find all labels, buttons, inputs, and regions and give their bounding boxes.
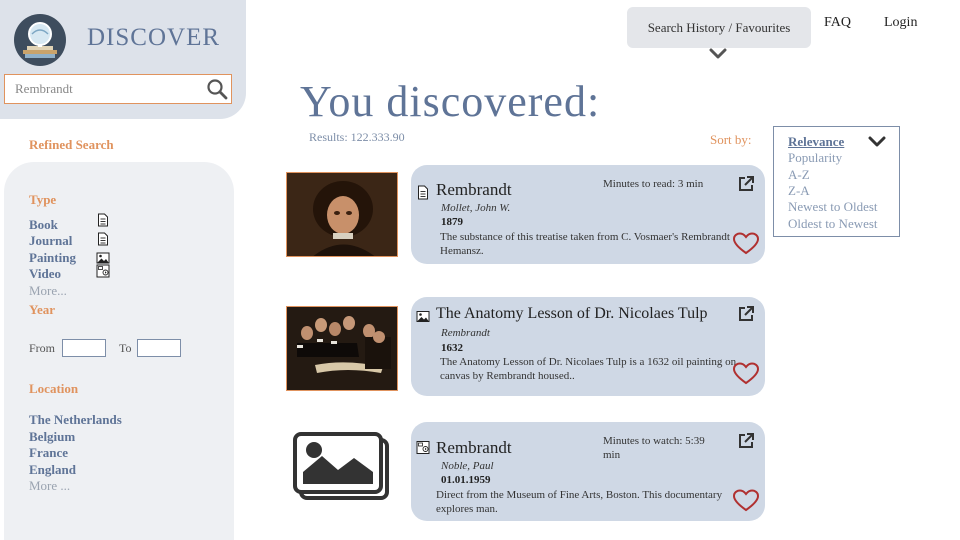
search-icon[interactable] (206, 78, 228, 100)
external-link-icon[interactable] (737, 305, 755, 323)
result-description: The Anatomy Lesson of Dr. Nicolaes Tulp … (440, 356, 737, 382)
result-description: The substance of this treatise taken fro… (440, 231, 730, 257)
result-author: Noble, Paul (441, 460, 494, 472)
year-to-label: To (119, 341, 132, 355)
result-card[interactable]: Rembrandt Mollet, John W. 1879 The subst… (411, 165, 765, 264)
result-thumbnail-anatomy-lesson[interactable] (286, 306, 398, 391)
result-thumbnail-portrait[interactable] (286, 172, 398, 257)
sort-dropdown: Relevance Popularity A-Z Z-A Newest to O… (773, 126, 900, 237)
year-from-input[interactable] (62, 339, 106, 357)
results-count: Results: 122.333.90 (309, 130, 405, 144)
document-icon (98, 232, 108, 246)
brand-title: DISCOVER (87, 24, 221, 51)
type-more-link[interactable]: More... (29, 283, 67, 299)
image-icon (96, 252, 110, 264)
document-icon (98, 213, 108, 227)
chevron-down-icon[interactable] (868, 136, 886, 148)
type-filter-video[interactable]: Video (29, 266, 61, 282)
result-title[interactable]: Rembrandt (436, 438, 512, 458)
sort-option-a-z[interactable]: A-Z (788, 167, 810, 183)
video-icon (96, 264, 110, 278)
heart-icon[interactable] (733, 232, 759, 256)
result-date: 01.01.1959 (441, 474, 491, 486)
year-to-input[interactable] (137, 339, 181, 357)
heart-icon[interactable] (733, 489, 759, 513)
result-card[interactable]: The Anatomy Lesson of Dr. Nicolaes Tulp … (411, 297, 765, 396)
type-filter-journal[interactable]: Journal (29, 233, 72, 249)
sort-option-z-a[interactable]: Z-A (788, 183, 810, 199)
faq-link[interactable]: FAQ (824, 15, 851, 31)
type-filter-book[interactable]: Book (29, 217, 58, 233)
type-heading: Type (29, 192, 57, 207)
search-box (4, 74, 232, 104)
location-heading: Location (29, 381, 79, 396)
chevron-down-icon[interactable] (709, 48, 727, 60)
image-placeholder-icon[interactable] (292, 430, 390, 502)
type-filter-painting[interactable]: Painting (29, 250, 76, 266)
result-author: Rembrandt (441, 327, 490, 339)
result-date: 1879 (441, 216, 463, 228)
login-link[interactable]: Login (884, 15, 917, 31)
search-input[interactable] (5, 75, 201, 102)
result-reading-time: Minutes to read: 3 min (603, 178, 704, 190)
sort-option-newest[interactable]: Newest to Oldest (788, 199, 878, 215)
sort-option-relevance[interactable]: Relevance (788, 134, 844, 150)
location-filter-belgium[interactable]: Belgium (29, 429, 75, 445)
heart-icon[interactable] (733, 362, 759, 386)
result-watching-time: Minutes to watch: 5:39 min (603, 435, 705, 461)
result-description: Direct from the Museum of Fine Arts, Bos… (436, 489, 723, 515)
external-link-icon[interactable] (737, 175, 755, 193)
logo (14, 14, 66, 66)
search-history-favourites-button[interactable]: Search History / Favourites (627, 7, 811, 48)
location-more-link[interactable]: More ... (29, 478, 70, 494)
location-filter-england[interactable]: England (29, 462, 76, 478)
result-author: Mollet, John W. (441, 202, 511, 214)
page-title: You discovered: (300, 77, 601, 126)
document-icon (418, 185, 428, 200)
image-icon (416, 311, 430, 322)
location-filter-france[interactable]: France (29, 445, 68, 461)
sort-option-oldest[interactable]: Oldest to Newest (788, 216, 878, 232)
location-filter-netherlands[interactable]: The Netherlands (29, 412, 122, 428)
refined-search-label: Refined Search (29, 137, 114, 152)
result-date: 1632 (441, 342, 463, 354)
sort-option-popularity[interactable]: Popularity (788, 150, 842, 166)
sort-label: Sort by: (710, 132, 752, 147)
result-title[interactable]: The Anatomy Lesson of Dr. Nicolaes Tulp (436, 305, 708, 323)
result-card[interactable]: Rembrandt Noble, Paul 01.01.1959 Direct … (411, 422, 765, 521)
brand-panel: DISCOVER (0, 0, 246, 119)
result-title[interactable]: Rembrandt (436, 180, 512, 200)
year-from-label: From (29, 341, 56, 355)
external-link-icon[interactable] (737, 432, 755, 450)
video-icon (416, 441, 430, 454)
search-history-label: Search History / Favourites (647, 19, 791, 35)
year-heading: Year (29, 302, 55, 317)
